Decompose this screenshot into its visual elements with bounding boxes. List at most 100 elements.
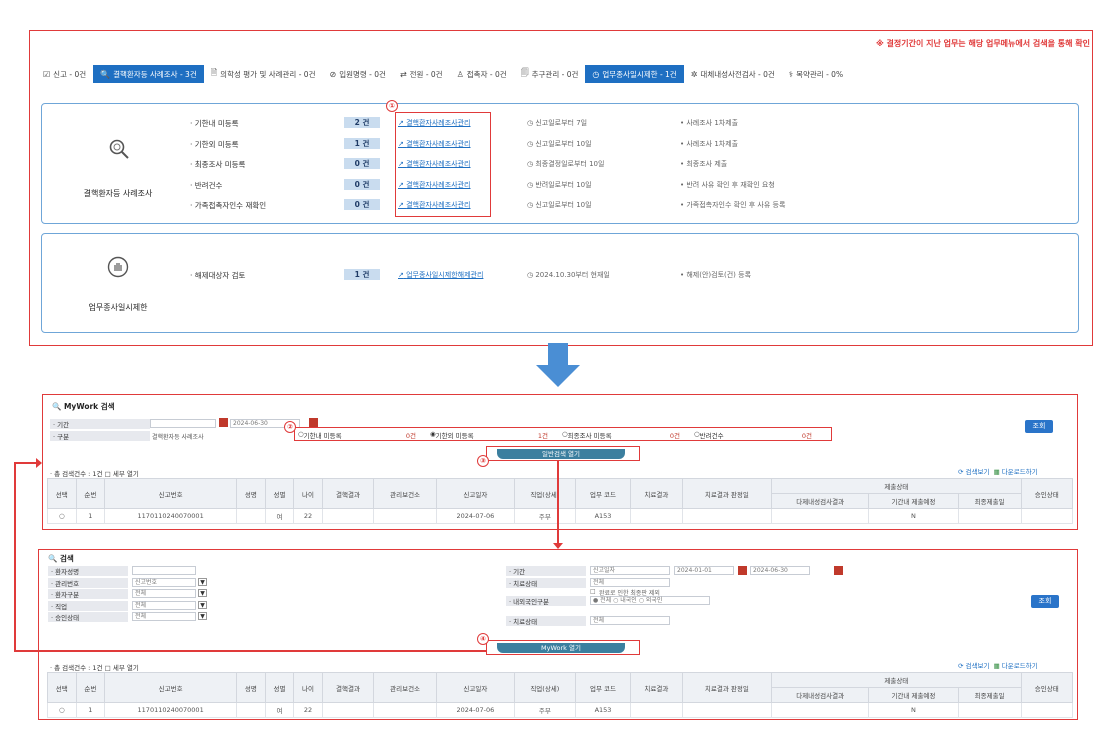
mywork-type-value: 결핵환자등 사례조사 bbox=[152, 434, 204, 441]
row-deadline: ◷ 신고일로부터 7일 bbox=[527, 118, 587, 128]
excel-download-button[interactable]: ▦ 다운로드하기 bbox=[994, 662, 1038, 670]
exclude-checkbox[interactable]: □ bbox=[590, 588, 596, 595]
cell-name[interactable] bbox=[236, 702, 266, 718]
chevron-down-icon[interactable]: ▼ bbox=[198, 577, 207, 586]
search2-detail-check[interactable]: □ 세부 열기 bbox=[105, 664, 139, 672]
radio-option[interactable]: ○ 최종조사 미등록 0건 bbox=[562, 430, 694, 440]
row-desc: • 반려 사유 확인 후 재확인 요청 bbox=[680, 180, 775, 189]
mywork-detail-check[interactable]: □ 세부 열기 bbox=[105, 470, 139, 478]
cell-no: 1 bbox=[75, 508, 106, 524]
column-header: 신고일자 bbox=[435, 478, 515, 509]
field-select[interactable]: 전체 bbox=[132, 612, 196, 621]
calendar-icon[interactable] bbox=[738, 566, 747, 575]
hand-icon bbox=[107, 256, 129, 278]
row-count[interactable]: 2 건 bbox=[344, 117, 380, 128]
radio-option[interactable]: ◉ 기한외 미등록 1건 bbox=[430, 430, 562, 440]
search2-left-fields: · 환자성명 · 관리번호 신고번호 ▼ · 환자구분 전체 ▼ · 직업 전체 ▼ · 승인상태 전… bbox=[48, 566, 468, 624]
tab-0[interactable]: ☑ 신고 - 0건 bbox=[36, 65, 93, 83]
field-select[interactable]: 전체 bbox=[590, 577, 670, 587]
cell-no: 1 bbox=[75, 702, 106, 718]
chevron-down-icon[interactable]: ▼ bbox=[198, 612, 207, 620]
reset-button[interactable]: ⟳ 검색보기 bbox=[958, 468, 989, 476]
panel2-row-link[interactable]: ↗ 업무종사일시제한해제관리 bbox=[398, 270, 483, 280]
chevron-down-icon[interactable]: ▼ bbox=[198, 600, 207, 609]
cell-report: 1170110240070001 bbox=[104, 702, 238, 718]
column-header: 신고번호 bbox=[104, 478, 238, 509]
cell-treat_date bbox=[681, 702, 773, 718]
cell-name[interactable] bbox=[236, 508, 266, 524]
field-label: · 환자성명 bbox=[48, 566, 128, 576]
calendar-icon[interactable] bbox=[219, 418, 228, 427]
tab-9[interactable]: ⚕ 복약관리 - 0% bbox=[782, 65, 850, 83]
excel-download-button[interactable]: ▦ 다운로드하기 bbox=[994, 468, 1038, 476]
chevron-down-icon[interactable]: ▼ bbox=[198, 589, 207, 597]
date-to[interactable]: 2024-06-30 bbox=[750, 566, 810, 575]
mywork-date-from[interactable] bbox=[150, 419, 216, 428]
panel1-rows: · 기한내 미등록 2 건 ↗ 결핵환자사례조사관리 ◷ 신고일로부터 7일 • 사례조… bbox=[190, 117, 1070, 221]
row-count[interactable]: 0 건 bbox=[344, 158, 380, 169]
reset-button[interactable]: ⟳ 검색보기 bbox=[958, 662, 989, 670]
radio-option[interactable]: ○ 기한내 미등록 0건 bbox=[298, 430, 430, 440]
field-select[interactable]: 신고일자 bbox=[590, 566, 670, 575]
radio-label: 기한내 미등록 bbox=[303, 432, 342, 440]
field-select[interactable]: 전체 bbox=[132, 589, 196, 598]
tab-5[interactable]: ♙ 접촉자 - 0건 bbox=[450, 65, 514, 83]
table-header-row: 선택 순번 신고번호 성명 성별 나이 결핵결과 관리보건소 신고일자 직업(상세) 업무 코드 치료… bbox=[47, 672, 1074, 703]
column-header: 성별 bbox=[264, 672, 295, 703]
table-row[interactable]: ○ 1 1170110240070001 여 22 2024-07-06 주부 A153 N bbox=[47, 508, 1074, 524]
row-deadline: ◷ 최종결정일로부터 10일 bbox=[527, 159, 604, 169]
row-select-radio[interactable]: ○ bbox=[47, 508, 77, 524]
field-select[interactable]: 신고번호 bbox=[132, 577, 196, 587]
field-select[interactable] bbox=[132, 566, 196, 575]
row-deadline-text: 신고일로부터 10일 bbox=[535, 201, 592, 209]
panel2-title: 업무종사일시제한 bbox=[88, 303, 148, 312]
search2-search-button[interactable]: 조회 bbox=[1031, 595, 1059, 608]
row-select-radio[interactable]: ○ bbox=[47, 702, 77, 718]
radio-label: 반려건수 bbox=[699, 432, 724, 440]
row-count[interactable]: 0 건 bbox=[344, 199, 380, 210]
radio-option[interactable]: ○ 반려건수 0건 bbox=[694, 430, 826, 440]
column-header: 업무 코드 bbox=[574, 478, 632, 509]
magnifier-icon bbox=[108, 138, 130, 160]
person-icon: ♙ bbox=[456, 69, 464, 79]
tab-label: 업무종사일시제한 - 1건 bbox=[602, 69, 677, 79]
calendar-icon[interactable] bbox=[834, 566, 843, 575]
cell-date: 2024-07-06 bbox=[435, 702, 515, 718]
tab-8[interactable]: ✲ 대체내성사전검사 - 0건 bbox=[684, 65, 782, 83]
mywork-search-button[interactable]: 조회 bbox=[1025, 420, 1053, 433]
date-from[interactable]: 2024-01-01 bbox=[674, 566, 734, 575]
tab-label: 신고 - 0건 bbox=[53, 69, 87, 79]
cell-status bbox=[1020, 508, 1074, 524]
radio-count: 0건 bbox=[405, 432, 416, 440]
field-select[interactable]: 전체 bbox=[132, 600, 196, 610]
column-header: 순번 bbox=[75, 478, 106, 509]
tab-3[interactable]: ⊘ 입원명령 - 0건 bbox=[322, 65, 392, 83]
field-select[interactable]: 전체 bbox=[590, 615, 670, 625]
tab-2[interactable]: 🗎 의학성 평가 및 사례관리 - 0건 bbox=[204, 65, 323, 83]
field-label: · 환자구분 bbox=[48, 589, 128, 599]
field-label: · 내외국인구분 bbox=[506, 595, 586, 606]
row-count[interactable]: 0 건 bbox=[344, 178, 380, 190]
tab-6[interactable]: 🗐 추구관리 - 0건 bbox=[514, 65, 586, 83]
mywork-type-label: · 구분 bbox=[50, 431, 150, 441]
cell-due: N bbox=[868, 702, 959, 718]
cell-treat bbox=[630, 508, 683, 524]
tab-1[interactable]: 🔍 결핵환자등 사례조사 - 3건 bbox=[93, 65, 204, 83]
field-select[interactable]: ● 전체 ○ 내국인 ○ 외국인 bbox=[590, 595, 710, 605]
tab-label: 복약관리 - 0% bbox=[796, 69, 844, 79]
tab-7[interactable]: ◷ 업무종사일시제한 - 1건 bbox=[585, 65, 684, 83]
row-count[interactable]: 1 건 bbox=[344, 137, 380, 149]
tab-4[interactable]: ⇄ 전원 - 0건 bbox=[393, 65, 450, 83]
radio-count: 0건 bbox=[801, 432, 812, 440]
tab-label: 접촉자 - 0건 bbox=[466, 69, 507, 79]
search-field: · 환자성명 bbox=[48, 566, 468, 578]
panel2-row-deadline: ◷ 2024.10.30부터 현재일 bbox=[527, 271, 610, 279]
calendar-icon[interactable] bbox=[309, 418, 318, 427]
column-header: 선택 bbox=[47, 478, 77, 509]
row-label: · 최종조사 미등록 bbox=[190, 160, 246, 169]
column-header: 결핵결과 bbox=[321, 672, 375, 703]
row-desc: • 최종조사 제출 bbox=[680, 160, 728, 168]
mywork-title: 🔍 MyWork 검색 bbox=[52, 401, 115, 412]
table-row[interactable]: ○ 1 1170110240070001 여 22 2024-07-06 주부 A153 N bbox=[47, 702, 1074, 718]
panel2-row-count[interactable]: 1 건 bbox=[344, 269, 380, 280]
